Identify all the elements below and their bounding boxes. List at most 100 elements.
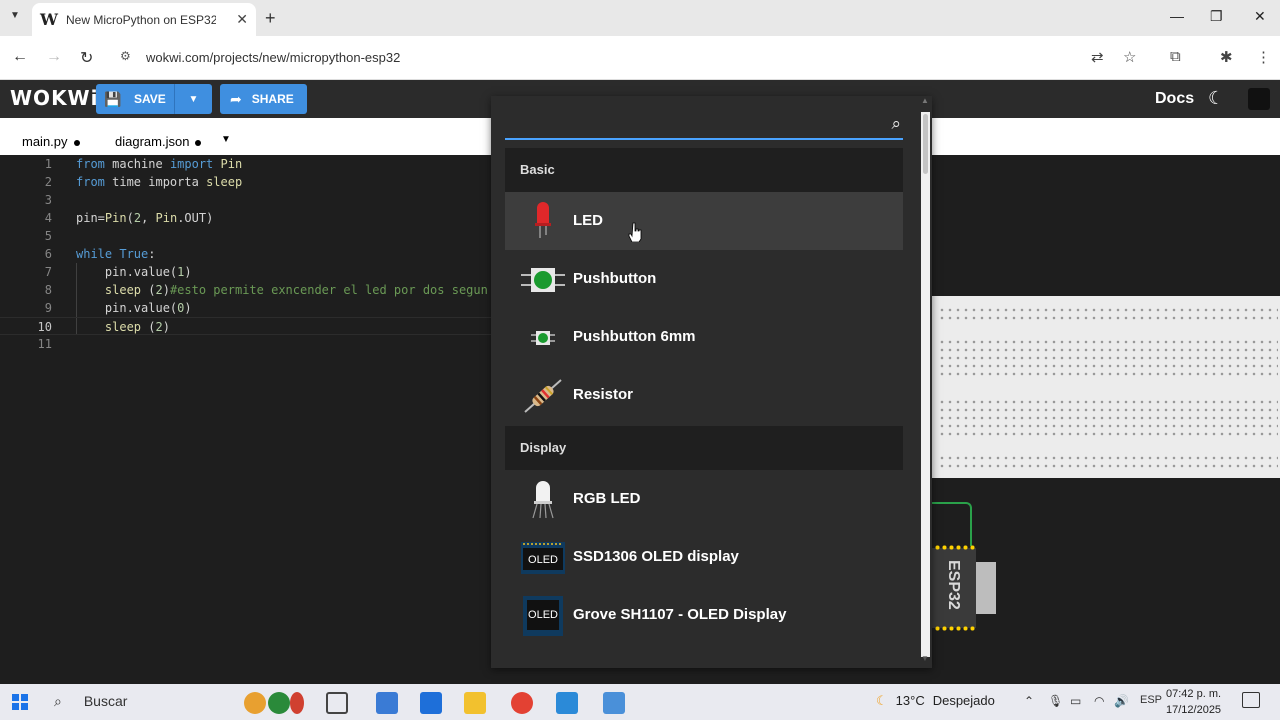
unsaved-dot-icon (195, 139, 202, 146)
save-button[interactable]: 💾 SAVE ▼ (96, 84, 212, 114)
new-tab-icon[interactable]: + (265, 8, 276, 29)
restore-icon[interactable]: ❐ (1210, 8, 1223, 25)
breadboard-row (938, 364, 1278, 368)
clock-time: 07:42 p. m. (1166, 688, 1222, 700)
line-number: 3 (44, 193, 52, 207)
breadboard-row (938, 416, 1278, 420)
tab-search-chevron-icon[interactable]: ▼ (10, 10, 20, 21)
part-item-grove-sh1107[interactable]: OLED Grove SH1107 - OLED Display (505, 586, 903, 644)
tray-chevron-icon[interactable]: ⌃ (1024, 694, 1034, 708)
part-label: Pushbutton 6mm (573, 328, 696, 345)
category-header-display: Display (505, 426, 903, 470)
share-arrow-icon: ➦ (230, 90, 242, 107)
language-indicator[interactable]: ESP (1140, 694, 1162, 706)
bug-extension-icon[interactable]: ✱ (1220, 48, 1233, 66)
file-explorer-icon[interactable] (464, 692, 486, 714)
task-view-icon[interactable] (326, 692, 348, 714)
taskbar-search-icon: ⌕ (54, 693, 62, 709)
esp32-pin-header-top (934, 545, 976, 550)
christmas-widget-icon[interactable] (268, 692, 290, 714)
christmas-widget-icon[interactable] (290, 692, 304, 714)
bookmark-star-icon[interactable]: ☆ (1123, 48, 1136, 66)
python-app-icon[interactable] (376, 692, 398, 714)
back-icon[interactable]: ← (12, 48, 28, 66)
translate-icon[interactable]: ⇄ (1091, 48, 1104, 66)
moon-weather-icon: ☾ (876, 693, 888, 708)
browser-toolbar: ← → ↻ ⚙ wokwi.com/projects/new/micropyth… (0, 36, 1280, 80)
simulation-toolbar (932, 118, 1280, 155)
temperature: 13°C (895, 693, 925, 708)
wifi-icon[interactable]: ◠ (1094, 694, 1104, 708)
forward-icon[interactable]: → (46, 48, 62, 66)
browser-tab[interactable]: W New MicroPython on ESP32 P ✕ (32, 3, 256, 36)
dialog-scrollbar-thumb[interactable] (923, 114, 928, 174)
line-number: 6 (44, 247, 52, 261)
scroll-up-arrow-icon[interactable]: ▲ (921, 96, 929, 105)
line-number: 7 (44, 265, 52, 279)
dark-mode-moon-icon[interactable]: ☾ (1208, 88, 1224, 109)
site-info-icon[interactable]: ⚙ (120, 49, 131, 63)
weather-widget[interactable]: ☾ 13°C Despejado (876, 693, 995, 709)
share-button[interactable]: ➦ SHARE (220, 84, 307, 114)
esp32-label: ESP32 (945, 560, 962, 610)
taskbar-clock[interactable]: 07:42 p. m. 17/12/2025 (1166, 686, 1221, 718)
dialog-scrollbar[interactable] (921, 112, 930, 657)
part-item-led[interactable]: LED (505, 192, 903, 250)
line-number: 1 (44, 157, 52, 171)
window-close-icon[interactable]: ✕ (1254, 8, 1266, 25)
part-item-ssd1306-oled[interactable]: OLED SSD1306 OLED display (505, 528, 903, 586)
scroll-down-arrow-icon[interactable]: ▼ (921, 654, 929, 663)
taskbar-search[interactable]: ⌕ Buscar (54, 693, 127, 710)
part-item-pushbutton[interactable]: Pushbutton (505, 250, 903, 308)
user-avatar[interactable] (1248, 88, 1270, 110)
pushbutton-icon (521, 268, 565, 292)
battery-icon[interactable]: ▭ (1070, 694, 1081, 708)
tab-title: New MicroPython on ESP32 P (66, 12, 216, 27)
browser-menu-icon[interactable]: ⋮ (1256, 48, 1271, 66)
microphone-icon[interactable]: 🎙 (1048, 694, 1063, 708)
url-bar[interactable]: wokwi.com/projects/new/micropython-esp32 (146, 50, 400, 65)
part-label: Resistor (573, 386, 634, 403)
tab-diagram-json[interactable]: diagram.json (115, 134, 202, 149)
vscode-alt-icon[interactable] (420, 692, 442, 714)
code-text: sleep (2)#esto permite exncender el led … (104, 283, 488, 297)
app-window-icon[interactable] (603, 692, 625, 714)
part-item-resistor[interactable]: Resistor (505, 366, 903, 424)
save-dropdown-chevron-icon[interactable]: ▼ (174, 84, 212, 114)
windows-start-icon[interactable] (12, 694, 28, 710)
breadboard-rail (938, 456, 1278, 460)
wokwi-logo[interactable]: WOKWi (10, 86, 98, 110)
line-number: 11 (37, 337, 52, 351)
share-label: SHARE (251, 92, 294, 106)
notification-icon[interactable] (1242, 692, 1260, 708)
code-text: pin=Pin(2, Pin.OUT) (76, 211, 214, 225)
volume-icon[interactable]: 🔊 (1114, 694, 1129, 708)
chrome-icon[interactable] (511, 692, 533, 714)
minimize-icon[interactable]: — (1170, 8, 1184, 24)
tab-close-icon[interactable]: ✕ (236, 11, 248, 28)
part-search-input[interactable] (505, 110, 865, 138)
tabs-menu-chevron-icon[interactable]: ▼ (221, 134, 231, 145)
search-icon[interactable]: ⌕ (891, 114, 901, 134)
line-number: 4 (44, 211, 52, 225)
tab-main-py[interactable]: main.py (22, 134, 80, 149)
christmas-widget-icon[interactable] (244, 692, 266, 714)
docs-link[interactable]: Docs (1155, 90, 1194, 108)
code-text: pin.value(1) (76, 265, 192, 279)
line-number: 9 (44, 301, 52, 315)
breadboard[interactable] (932, 296, 1280, 478)
tab-label: diagram.json (115, 134, 190, 149)
part-item-pushbutton-6mm[interactable]: Pushbutton 6mm (505, 308, 903, 366)
breadboard-rail (938, 464, 1278, 468)
green-wire[interactable] (932, 502, 972, 546)
vscode-icon[interactable] (556, 692, 578, 714)
part-item-rgb-led[interactable]: RGB LED (505, 470, 903, 528)
code-text: sleep (2) (104, 320, 170, 334)
reload-icon[interactable]: ↻ (80, 48, 93, 68)
part-label: Grove SH1107 - OLED Display (573, 606, 787, 623)
line-number: 2 (44, 175, 52, 189)
part-label: RGB LED (573, 490, 641, 507)
extensions-icon[interactable]: ⧉ (1170, 48, 1181, 65)
weather-text: Despejado (932, 693, 995, 708)
breadboard-row (938, 424, 1278, 428)
